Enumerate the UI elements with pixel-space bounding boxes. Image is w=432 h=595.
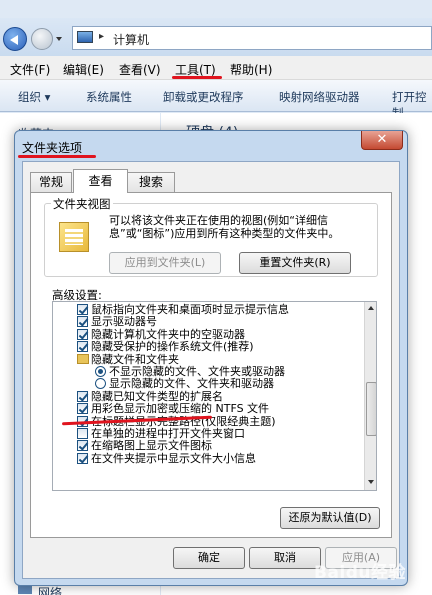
restore-defaults-button[interactable]: 还原为默认值(D) — [280, 507, 380, 529]
computer-icon — [77, 31, 93, 43]
dialog-body: 常规 查看 搜索 文件夹视图 可以将该文件夹正在使用的视图(例如“详细信息”或“… — [22, 161, 400, 579]
advanced-settings-list[interactable]: 鼠标指向文件夹和桌面项时显示提示信息 显示驱动器号 隐藏计算机文件夹中的空驱动器 隐藏… — [52, 301, 377, 491]
setting-checkbox[interactable] — [77, 328, 88, 340]
view-tab-panel: 文件夹视图 可以将该文件夹正在使用的视图(例如“详细信息”或“图标”)应用到所有… — [30, 192, 392, 538]
recent-pages-dropdown-icon[interactable] — [56, 37, 62, 41]
watermark-text: Baidu经验 — [314, 563, 407, 583]
setting-checkbox[interactable] — [77, 440, 88, 452]
setting-checkbox[interactable] — [77, 341, 88, 353]
tab-view[interactable]: 查看 — [73, 169, 128, 193]
scroll-down-icon[interactable] — [368, 480, 374, 484]
scroll-thumb[interactable] — [366, 382, 376, 436]
folder-options-dialog: 文件夹选项 ✕ 常规 查看 搜索 文件夹视图 可以将该文件夹正在使用的视图(例如… — [14, 130, 408, 586]
setting-radio[interactable] — [95, 378, 106, 390]
map-network-drive-button[interactable]: 映射网络驱动器 — [279, 89, 360, 105]
setting-checkbox[interactable] — [77, 403, 88, 415]
command-bar: 组织 ▾ 系统属性 卸载或更改程序 映射网络驱动器 打开控制 — [0, 80, 432, 120]
address-input[interactable]: ▸ 计算机 — [72, 26, 432, 50]
uninstall-program-button[interactable]: 卸载或更改程序 — [163, 89, 244, 105]
folder-views-icon — [59, 222, 89, 252]
setting-checkbox[interactable] — [77, 390, 88, 402]
tab-search[interactable]: 搜索 — [127, 172, 175, 192]
back-button[interactable] — [3, 27, 27, 51]
system-properties-button[interactable]: 系统属性 — [86, 89, 132, 105]
dialog-title: 文件夹选项 — [22, 141, 83, 155]
forward-button[interactable] — [31, 28, 53, 50]
settings-scrollbar[interactable] — [364, 302, 376, 490]
folder-views-description: 可以将该文件夹正在使用的视图(例如“详细信息”或“图标”)应用到所有这种类型的文… — [109, 214, 340, 240]
cancel-button[interactable]: 取消 — [249, 547, 321, 569]
menu-file[interactable]: 文件(F) — [10, 61, 50, 78]
annotation-underline — [18, 155, 96, 158]
setting-checkbox[interactable] — [77, 452, 88, 464]
folder-icon — [77, 353, 89, 364]
annotation-underline — [172, 76, 222, 79]
organize-button[interactable]: 组织 ▾ — [18, 89, 50, 105]
scroll-up-icon[interactable] — [368, 306, 374, 310]
menu-view[interactable]: 查看(V) — [119, 61, 161, 78]
setting-radio[interactable] — [95, 366, 106, 377]
setting-checkbox[interactable] — [77, 428, 88, 439]
breadcrumb-computer[interactable]: 计算机 — [113, 31, 149, 48]
apply-to-folders-button[interactable]: 应用到文件夹(L) — [109, 252, 221, 274]
setting-checkbox[interactable] — [77, 304, 88, 315]
folder-views-legend: 文件夹视图 — [51, 196, 113, 212]
ok-button[interactable]: 确定 — [173, 547, 245, 569]
menu-help[interactable]: 帮助(H) — [230, 61, 272, 78]
reset-folders-button[interactable]: 重置文件夹(R) — [239, 252, 351, 274]
setting-checkbox[interactable] — [77, 316, 88, 328]
menu-edit[interactable]: 编辑(E) — [63, 61, 104, 78]
address-bar-area: ▸ 计算机 — [0, 18, 432, 56]
close-button[interactable]: ✕ — [361, 131, 403, 150]
tab-general[interactable]: 常规 — [30, 172, 72, 192]
breadcrumb-arrow-icon[interactable]: ▸ — [99, 31, 104, 42]
setting-label: 在文件夹提示中显示文件大小信息 — [91, 451, 256, 465]
folder-views-group: 文件夹视图 可以将该文件夹正在使用的视图(例如“详细信息”或“图标”)应用到所有… — [44, 196, 378, 277]
